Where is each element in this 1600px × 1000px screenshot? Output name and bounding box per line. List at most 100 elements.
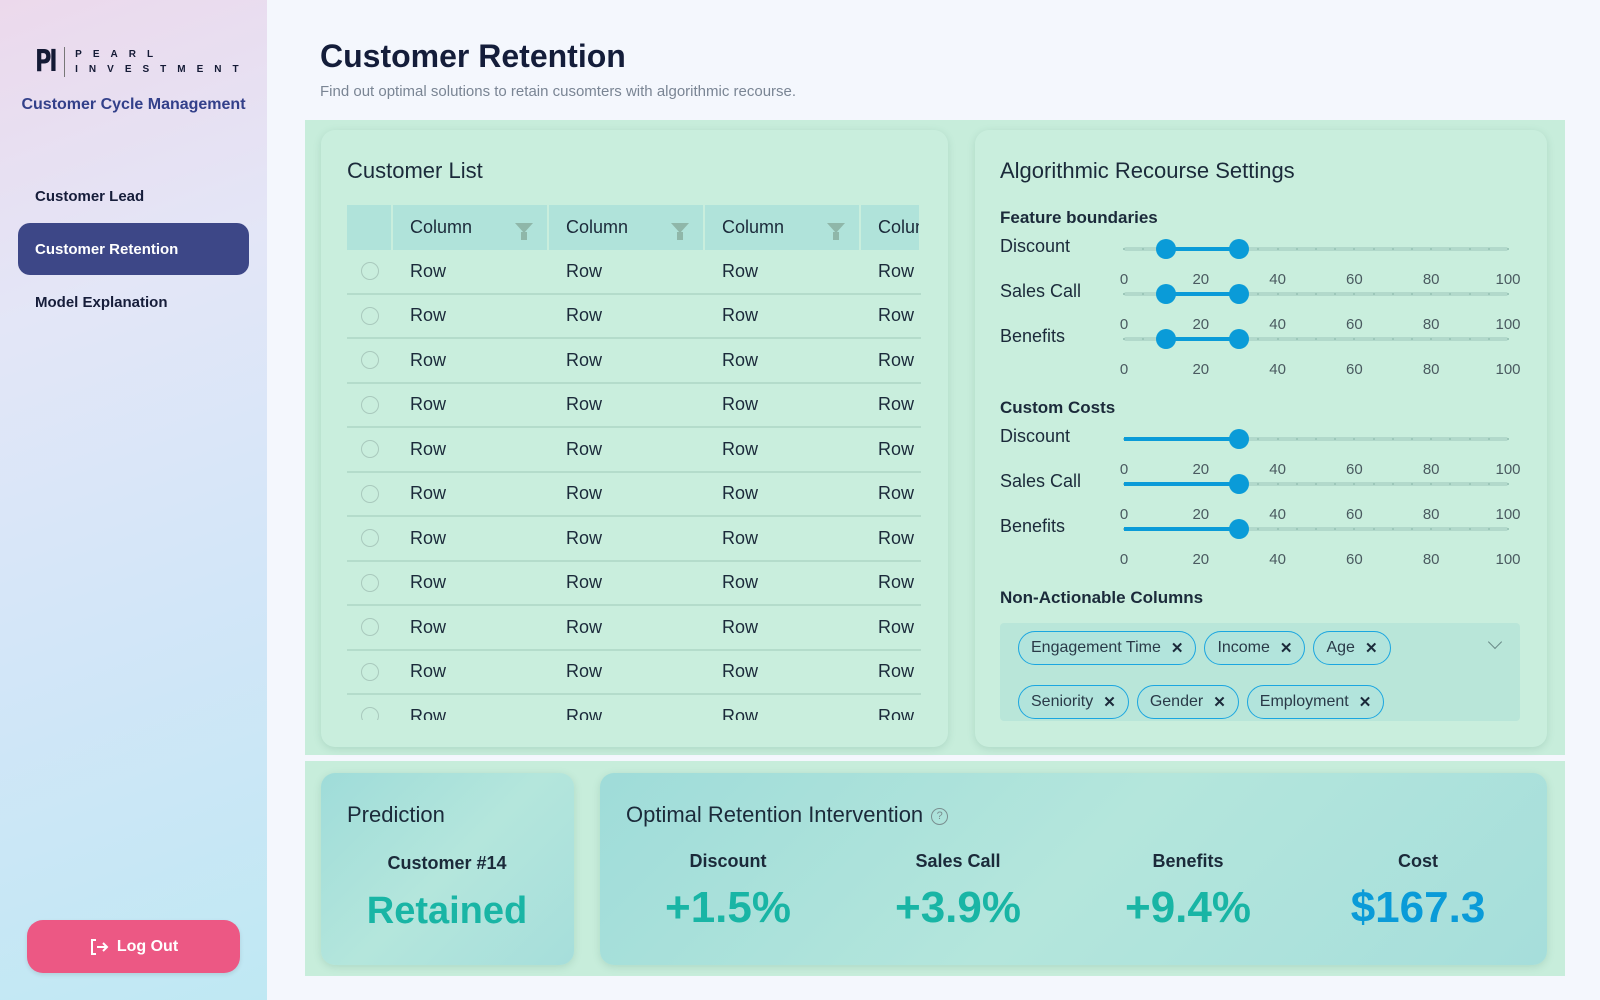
table-row[interactable]: Row Row Row Row <box>347 517 921 562</box>
chip: Income ✕ <box>1204 631 1306 665</box>
slider-tick <box>1468 338 1471 340</box>
slider-thumb-max[interactable] <box>1229 239 1250 259</box>
slider-track[interactable]: 0 20 40 60 80 100 <box>1120 474 1521 523</box>
slider-thumb-min[interactable] <box>1156 284 1177 304</box>
row-radio[interactable] <box>361 573 379 592</box>
table-row[interactable]: Row Row Row Row <box>347 561 921 606</box>
slider-tick <box>1487 438 1490 440</box>
table-cell: Row <box>393 606 549 649</box>
slider-tick <box>1353 528 1356 530</box>
row-radio[interactable] <box>361 351 379 370</box>
column-header[interactable]: Column <box>705 205 861 250</box>
column-header[interactable]: Column <box>549 205 705 250</box>
slider-thumb[interactable] <box>1229 519 1250 539</box>
table-row[interactable]: Row Row Row Row <box>347 294 921 339</box>
row-radio[interactable] <box>361 440 379 459</box>
slider-label: Benefits <box>1000 326 1066 346</box>
slider-tick <box>1468 528 1471 530</box>
slider-thumb[interactable] <box>1229 429 1250 449</box>
slider-thumb-min[interactable] <box>1156 239 1177 259</box>
table-row[interactable]: Row Row Row Row <box>347 650 921 695</box>
table-row[interactable]: Row Row Row Row <box>347 606 921 651</box>
logout-button[interactable]: Log Out <box>27 920 240 973</box>
non-actionable-select[interactable]: Engagement Time ✕ Income ✕ Age ✕ Seniority ✕ Gen… <box>1000 623 1520 721</box>
slider-thumb-max[interactable] <box>1229 284 1250 304</box>
slider-track[interactable]: 0 20 40 60 80 100 <box>1120 429 1521 478</box>
slider-tick <box>1449 438 1452 440</box>
slider-track[interactable]: 0 20 40 60 80 100 <box>1120 329 1521 378</box>
logo-mark: PI <box>35 44 58 79</box>
slider-label: Discount <box>1000 426 1071 446</box>
slider-fill <box>1124 482 1240 486</box>
slider-thumb-min[interactable] <box>1156 329 1177 349</box>
slider-tick <box>1276 338 1279 340</box>
row-radio[interactable] <box>361 662 379 681</box>
row-radio[interactable] <box>361 484 379 503</box>
chip: Age ✕ <box>1313 631 1391 665</box>
slider-tick <box>1468 438 1471 440</box>
slider-row: Benefits 0 20 40 60 80 100 <box>1000 516 1521 568</box>
table-row[interactable]: Row Row Row Row <box>347 339 921 384</box>
slider-tick <box>1468 483 1471 485</box>
slider-tick <box>1391 438 1394 440</box>
app-name: Customer Cycle Management <box>21 96 246 113</box>
slider-track[interactable]: 0 20 40 60 80 100 <box>1120 519 1521 568</box>
column-header-label: Column <box>566 217 629 237</box>
chevron-down-icon[interactable] <box>1487 634 1503 650</box>
slider-track[interactable]: 0 20 40 60 80 100 <box>1120 284 1521 333</box>
slider-tick <box>1372 338 1375 340</box>
slider-tick <box>1257 483 1260 485</box>
slider-tick <box>1449 338 1452 340</box>
filter-icon[interactable] <box>827 222 845 240</box>
remove-chip-icon[interactable]: ✕ <box>1365 639 1378 657</box>
filter-icon[interactable] <box>671 222 689 240</box>
remove-chip-icon[interactable]: ✕ <box>1359 693 1372 711</box>
filter-icon[interactable] <box>515 222 533 240</box>
row-radio[interactable] <box>361 618 379 637</box>
slider-label: Sales Call <box>1000 281 1082 301</box>
row-radio[interactable] <box>361 306 379 325</box>
table-cell: Row <box>549 250 705 293</box>
remove-chip-icon[interactable]: ✕ <box>1103 693 1116 711</box>
slider-tick-label: 20 <box>1192 361 1210 378</box>
remove-chip-icon[interactable]: ✕ <box>1171 639 1184 657</box>
table-row[interactable]: Row Row Row Row <box>347 250 921 295</box>
sidebar-item-model-explanation[interactable]: Model Explanation <box>18 276 249 328</box>
remove-chip-icon[interactable]: ✕ <box>1280 639 1293 657</box>
logo-line1: PEARL <box>75 48 165 60</box>
slider-tick <box>1411 438 1413 440</box>
metric-label: Cost <box>1398 851 1438 871</box>
table-cell: Row <box>705 383 861 426</box>
slider-tick <box>1372 483 1375 485</box>
slider-tick <box>1295 438 1298 440</box>
table-cell: Row <box>861 561 921 604</box>
slider-tick <box>1411 483 1413 485</box>
table-row[interactable]: Row Row Row Row <box>347 472 921 517</box>
table-row[interactable]: Row Row Row Row <box>347 428 921 473</box>
row-radio[interactable] <box>361 529 379 548</box>
column-header[interactable]: Column <box>393 205 549 250</box>
slider-tick <box>1257 338 1260 340</box>
slider-track[interactable]: 0 20 40 60 80 100 <box>1120 239 1521 288</box>
slider-tick <box>1468 293 1471 295</box>
sidebar-item-customer-lead[interactable]: Customer Lead <box>18 170 249 222</box>
table-row[interactable]: Row Row Row Row <box>347 695 921 720</box>
slider-tick <box>1315 248 1317 250</box>
table-cell: Row <box>705 294 861 337</box>
customer-table[interactable]: Column Column Column Column RowRowRowRow… <box>347 205 921 720</box>
slider-tick-label: 80 <box>1422 361 1440 378</box>
row-radio[interactable] <box>361 707 379 720</box>
slider-thumb-max[interactable] <box>1229 329 1250 349</box>
help-icon[interactable]: ? <box>931 807 949 825</box>
row-radio[interactable] <box>361 395 379 414</box>
table-cell: Row <box>705 339 861 382</box>
remove-chip-icon[interactable]: ✕ <box>1213 693 1226 711</box>
column-header[interactable]: Column <box>861 205 921 250</box>
slider-thumb[interactable] <box>1229 474 1250 494</box>
table-cell: Row <box>705 250 861 293</box>
column-header-label: Column <box>410 217 473 237</box>
table-row[interactable]: Row Row Row Row <box>347 383 921 428</box>
row-radio[interactable] <box>361 262 379 281</box>
table-cell: Row <box>861 428 921 471</box>
sidebar-item-customer-retention[interactable]: Customer Retention <box>18 223 249 275</box>
